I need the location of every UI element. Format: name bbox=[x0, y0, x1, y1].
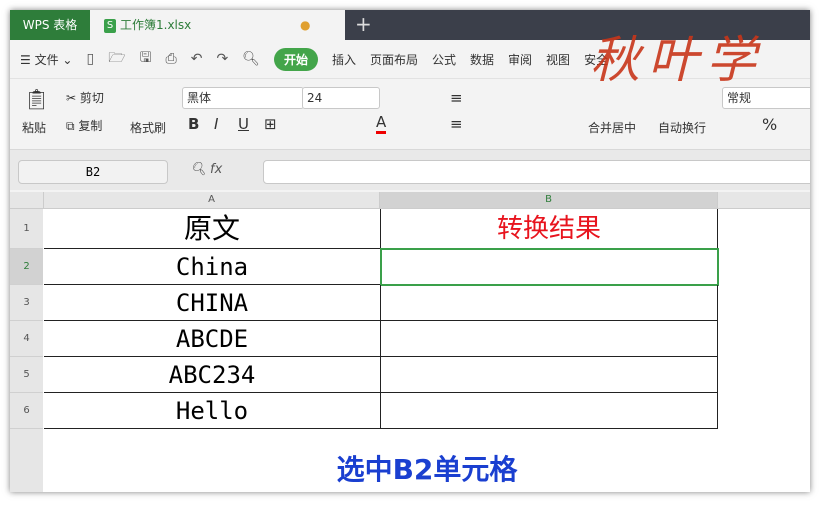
row-header[interactable]: 5 bbox=[10, 357, 43, 393]
sheet-file-icon: S bbox=[104, 18, 116, 33]
italic-button[interactable]: I bbox=[214, 115, 218, 133]
document-tab[interactable]: S 工作簿1.xlsx ● bbox=[90, 10, 345, 40]
cell-a3[interactable]: CHINA bbox=[44, 285, 381, 321]
cell-b4[interactable] bbox=[381, 321, 718, 357]
save-icon[interactable]: 🖫 bbox=[140, 47, 152, 71]
tab-review[interactable]: 审阅 bbox=[508, 51, 532, 68]
cell-b1[interactable]: 转换结果 bbox=[381, 209, 718, 249]
paste-button[interactable]: 粘贴 bbox=[22, 119, 46, 136]
percent-button[interactable]: % bbox=[762, 115, 777, 134]
column-header-c[interactable]: C bbox=[718, 192, 810, 209]
row-header[interactable]: 3 bbox=[10, 285, 43, 321]
hamburger-icon: ☰ bbox=[20, 52, 35, 67]
cell-b2[interactable] bbox=[380, 248, 719, 286]
document-title: 工作簿1.xlsx bbox=[120, 18, 192, 32]
select-all-corner[interactable] bbox=[10, 192, 44, 209]
align-left-icon[interactable]: ≡ bbox=[450, 115, 463, 133]
cell-b3[interactable] bbox=[381, 285, 718, 321]
formula-input[interactable] bbox=[263, 160, 810, 184]
copy-button[interactable]: ⧉ 复制 bbox=[66, 117, 102, 134]
redo-icon[interactable]: ↷ bbox=[216, 51, 228, 67]
cell-a2[interactable]: China bbox=[44, 249, 381, 285]
tab-page-layout[interactable]: 页面布局 bbox=[370, 51, 418, 68]
cell-a1[interactable]: 原文 bbox=[44, 209, 381, 249]
new-icon[interactable]: ▯ bbox=[86, 51, 94, 67]
formula-bar: B2 🔍︎ fx bbox=[10, 150, 810, 190]
unsaved-dot-icon: ● bbox=[300, 18, 311, 32]
column-header-b[interactable]: B bbox=[380, 192, 718, 209]
column-header-a[interactable]: A bbox=[44, 192, 380, 209]
watermark-logo: 秋叶学 bbox=[590, 31, 764, 89]
app-tab[interactable]: WPS 表格 bbox=[10, 10, 90, 40]
spreadsheet-grid: A B C 1原文转换结果 2China3CHINA4ABCDE5ABC2346H… bbox=[10, 192, 810, 492]
cell-b6[interactable] bbox=[381, 393, 718, 429]
row-header-filler bbox=[10, 429, 43, 492]
caption-text: 选中B2单元格 bbox=[336, 453, 518, 486]
row-header[interactable]: 4 bbox=[10, 321, 43, 357]
undo-icon[interactable]: ↶ bbox=[191, 51, 203, 67]
bold-button[interactable]: B bbox=[188, 115, 199, 133]
tab-start[interactable]: 开始 bbox=[273, 47, 318, 71]
row-header[interactable]: 2 bbox=[10, 249, 43, 285]
font-color-icon[interactable]: A bbox=[376, 113, 387, 134]
tab-data[interactable]: 数据 bbox=[470, 51, 494, 68]
search-icon[interactable]: 🔍︎ bbox=[242, 51, 260, 67]
cut-button[interactable]: ✂ 剪切 bbox=[66, 89, 104, 106]
wps-window: WPS 表格 S 工作簿1.xlsx ● + ☰ 文件 ⌄ ▯ 🗁 🖫 ⎙ ↶ ↷ … bbox=[10, 10, 810, 492]
cell-a6[interactable]: Hello bbox=[44, 393, 381, 429]
cell-a5[interactable]: ABC234 bbox=[44, 357, 381, 393]
row-header[interactable]: 6 bbox=[10, 393, 43, 429]
print-icon[interactable]: ⎙ bbox=[166, 51, 177, 67]
fx-button[interactable]: fx bbox=[210, 162, 222, 177]
cell-a4[interactable]: ABCDE bbox=[44, 321, 381, 357]
underline-button[interactable]: U bbox=[238, 115, 249, 133]
tab-formulas[interactable]: 公式 bbox=[432, 51, 456, 68]
merge-center-button[interactable]: 合并居中 bbox=[588, 119, 636, 136]
wrap-text-button[interactable]: 自动换行 bbox=[658, 119, 706, 136]
tab-view[interactable]: 视图 bbox=[546, 51, 570, 68]
zoom-icon[interactable]: 🔍︎ bbox=[190, 162, 207, 177]
cell-b5[interactable] bbox=[381, 357, 718, 393]
tab-insert[interactable]: 插入 bbox=[332, 51, 356, 68]
format-painter-button[interactable]: 格式刷 bbox=[130, 119, 166, 136]
border-icon[interactable]: ⊞ bbox=[264, 115, 277, 133]
file-menu[interactable]: ☰ 文件 ⌄ bbox=[20, 51, 72, 68]
align-top-icon[interactable]: ≡ bbox=[450, 89, 463, 107]
font-select[interactable]: 黑体 bbox=[182, 87, 304, 109]
new-tab-button[interactable]: + bbox=[355, 12, 372, 36]
font-size-select[interactable]: 24 bbox=[302, 87, 380, 109]
name-box[interactable]: B2 bbox=[18, 160, 168, 184]
row-header[interactable]: 1 bbox=[10, 209, 43, 249]
paste-icon[interactable]: 📋︎ bbox=[24, 87, 49, 111]
open-icon[interactable]: 🗁 bbox=[108, 47, 125, 71]
